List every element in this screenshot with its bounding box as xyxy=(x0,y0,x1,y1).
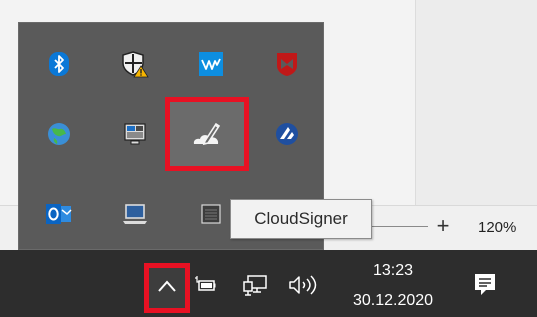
battery-button[interactable] xyxy=(193,274,217,300)
laptop-icon xyxy=(122,202,148,226)
tray-item-bluetooth[interactable] xyxy=(21,33,97,95)
cloudsigner-tooltip: CloudSigner xyxy=(230,199,372,239)
show-hidden-icons-button[interactable] xyxy=(144,263,190,313)
windows-security-warning-icon xyxy=(121,50,149,78)
mcafee-icon xyxy=(275,51,299,77)
bluetooth-icon xyxy=(48,52,70,76)
clock-date: 30.12.2020 xyxy=(352,292,434,309)
zoom-in-button[interactable]: + xyxy=(433,214,453,238)
tray-item-windows-security[interactable] xyxy=(97,33,173,95)
speaker-volume-icon xyxy=(288,274,318,301)
battery-charging-icon xyxy=(194,275,216,299)
tray-item-network-globe[interactable] xyxy=(21,103,97,165)
chevron-up-icon xyxy=(157,279,177,298)
cloudsigner-icon xyxy=(191,119,223,149)
outlook-icon xyxy=(45,202,73,226)
tray-item-waves[interactable] xyxy=(173,33,249,95)
clock-time: 13:23 xyxy=(372,262,414,279)
network-globe-icon xyxy=(46,121,72,147)
tray-item-outlook[interactable] xyxy=(21,183,97,245)
tray-item-mcafee[interactable] xyxy=(249,33,325,95)
network-wired-icon xyxy=(242,274,268,301)
tray-item-cloudsigner[interactable] xyxy=(165,97,249,171)
waves-icon xyxy=(199,52,223,76)
round-blue-app-icon xyxy=(274,121,300,147)
device-manager-icon xyxy=(123,122,147,146)
notification-icon xyxy=(474,273,496,302)
gray-square-icon xyxy=(201,204,221,224)
action-center-button[interactable] xyxy=(462,268,508,306)
zoom-level[interactable]: 120% xyxy=(478,219,516,236)
tray-item-laptop[interactable] xyxy=(97,183,173,245)
taskbar-clock[interactable]: 13:23 30.12.2020 xyxy=(340,255,446,315)
tray-item-round-blue-app[interactable] xyxy=(249,103,325,165)
side-panel xyxy=(415,0,537,205)
tray-item-device-manager[interactable] xyxy=(97,103,173,165)
volume-button[interactable] xyxy=(287,274,319,300)
network-button[interactable] xyxy=(240,274,270,300)
zoom-slider[interactable] xyxy=(372,226,428,227)
